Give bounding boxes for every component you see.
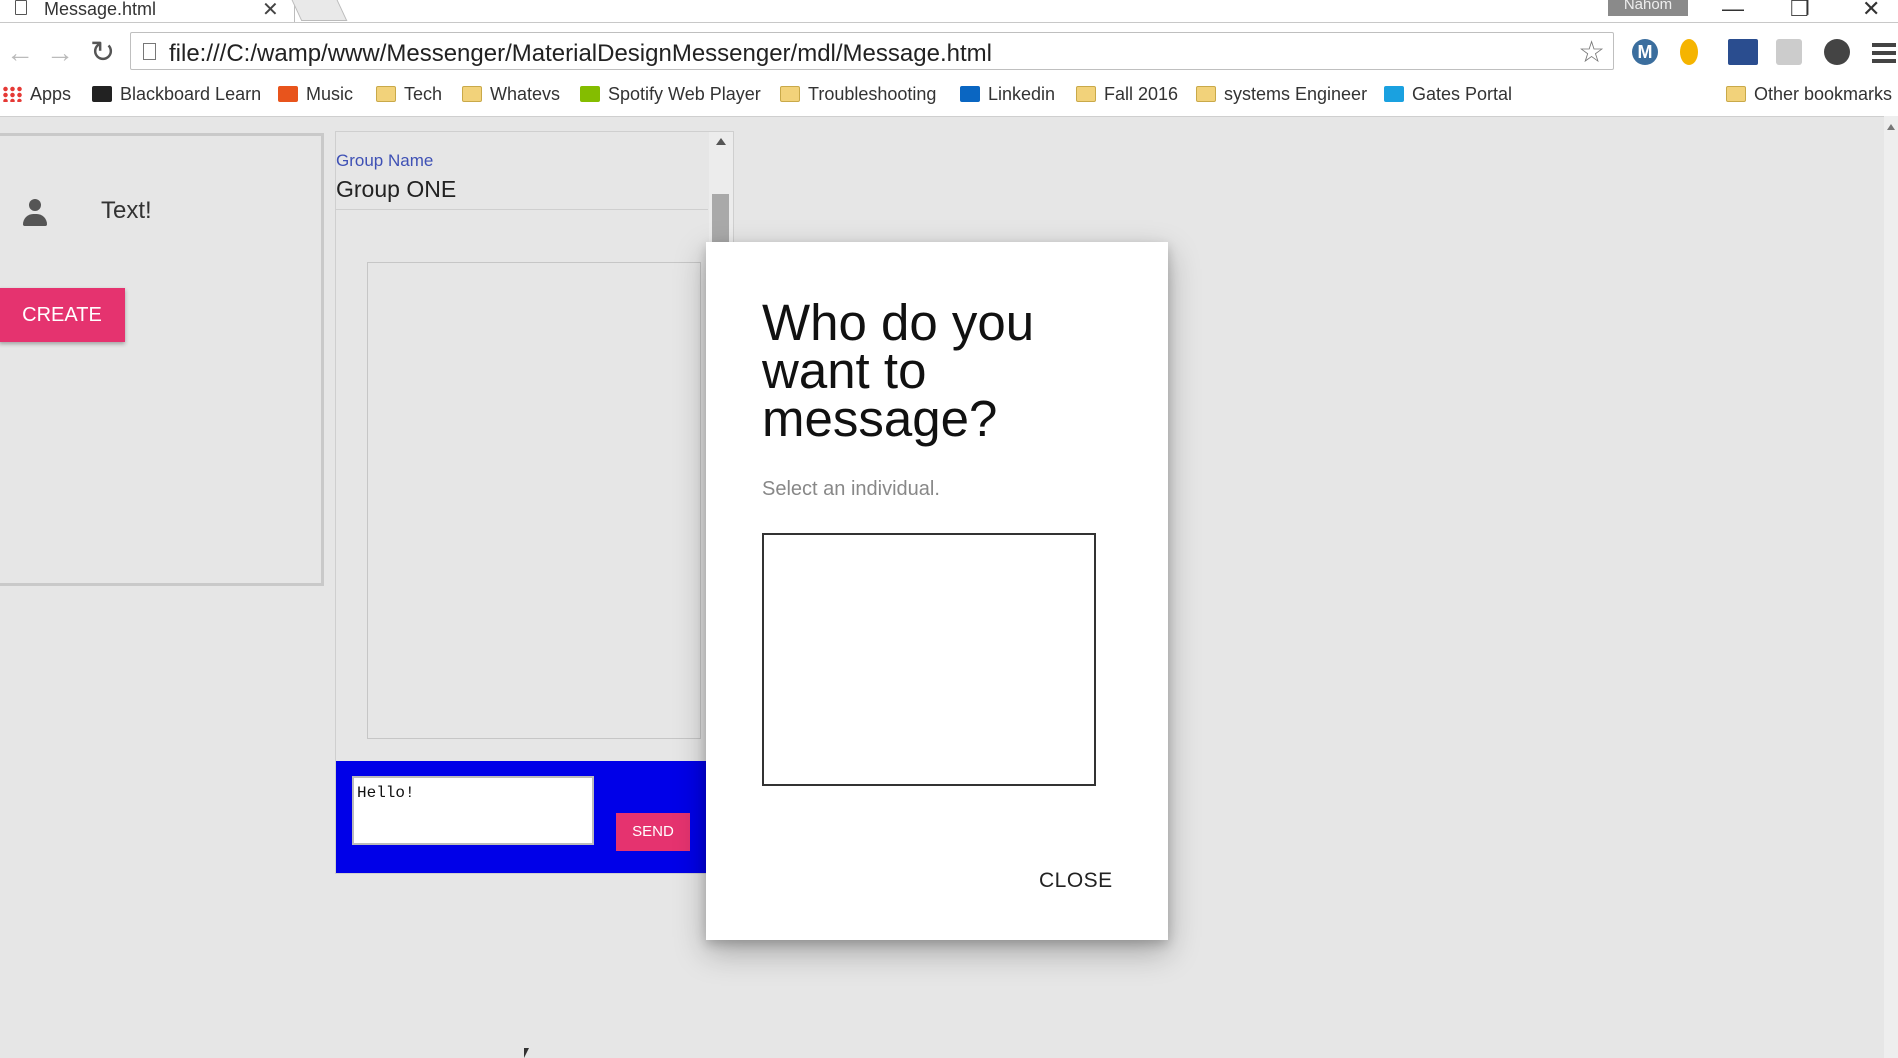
bookmarks-bar: Apps Blackboard Learn Music Tech Whatevs… xyxy=(0,80,1898,117)
apps-grid-icon xyxy=(2,86,22,102)
tab-title: Message.html xyxy=(44,0,157,19)
blackboard-icon xyxy=(92,86,112,102)
folder-icon xyxy=(376,86,396,102)
individual-select-list[interactable] xyxy=(762,533,1096,786)
bookmark-systems-engineer[interactable]: systems Engineer xyxy=(1196,84,1367,105)
messages-area xyxy=(367,262,701,739)
bookmark-troubleshooting[interactable]: Troubleshooting xyxy=(780,84,936,105)
back-icon[interactable]: ← xyxy=(6,37,34,69)
window-close-icon[interactable]: ✕ xyxy=(1862,0,1880,22)
bookmark-blackboard[interactable]: Blackboard Learn xyxy=(92,84,261,105)
dialog-subtitle: Select an individual. xyxy=(762,478,940,500)
contacts-panel: Text! CREATE xyxy=(0,133,324,586)
folder-icon xyxy=(1726,86,1746,102)
shield-extension-icon[interactable] xyxy=(1776,39,1802,65)
folder-icon xyxy=(1076,86,1096,102)
group-name-underline xyxy=(336,209,708,210)
folder-icon xyxy=(462,86,482,102)
bookmark-fall-2016[interactable]: Fall 2016 xyxy=(1076,84,1178,105)
tab-strip: Message.html ✕ Nahom — ❐ ✕ xyxy=(0,0,1898,23)
profile-badge[interactable]: Nahom xyxy=(1608,0,1688,16)
bookmark-gates-portal[interactable]: Gates Portal xyxy=(1384,84,1512,105)
mouse-cursor-icon xyxy=(524,1048,529,1058)
folder-icon xyxy=(1196,86,1216,102)
page-scrollbar[interactable] xyxy=(1884,116,1898,1058)
bookmark-star-icon[interactable]: ☆ xyxy=(1578,35,1605,70)
contact-item-text[interactable]: Text! xyxy=(101,197,152,225)
minimize-icon[interactable]: — xyxy=(1722,0,1744,22)
forward-icon[interactable]: → xyxy=(46,37,74,69)
url-text[interactable]: file:///C:/wamp/www/Messenger/MaterialDe… xyxy=(169,40,992,68)
chrome-menu-icon[interactable] xyxy=(1872,43,1896,63)
create-button[interactable]: CREATE xyxy=(0,288,125,342)
restore-icon[interactable]: ❐ xyxy=(1790,0,1810,22)
bookmark-linkedin[interactable]: Linkedin xyxy=(960,84,1055,105)
person-icon xyxy=(21,199,49,227)
cloud-icon xyxy=(1384,86,1404,102)
lightbulb-extension-icon[interactable] xyxy=(1680,39,1698,65)
send-button[interactable]: SEND xyxy=(616,813,690,851)
address-bar[interactable]: file:///C:/wamp/www/Messenger/MaterialDe… xyxy=(130,32,1614,70)
message-input[interactable]: Hello! xyxy=(352,776,594,845)
linkedin-icon xyxy=(960,86,980,102)
folder-icon xyxy=(780,86,800,102)
new-message-dialog: Who do you want to message? Select an in… xyxy=(706,242,1168,940)
close-button[interactable]: CLOSE xyxy=(1039,869,1113,893)
scroll-up-arrow-icon[interactable] xyxy=(716,138,726,145)
bookmark-apps[interactable]: Apps xyxy=(2,84,71,105)
calendar-extension-icon[interactable] xyxy=(1728,39,1758,65)
group-name-field[interactable]: Group ONE xyxy=(336,176,456,203)
spotify-icon xyxy=(580,86,600,102)
dialog-title: Who do you want to message? xyxy=(762,294,1035,447)
chat-panel: Group Name Group ONE Hello! SEND xyxy=(335,131,734,874)
target-extension-icon[interactable] xyxy=(1824,39,1850,65)
page-icon xyxy=(15,0,27,15)
page-scroll-up-icon[interactable] xyxy=(1887,124,1895,130)
browser-tab[interactable]: Message.html ✕ xyxy=(0,0,295,22)
browser-toolbar: ← → ↻ file:///C:/wamp/www/Messenger/Mate… xyxy=(0,23,1898,80)
bookmark-other[interactable]: Other bookmarks xyxy=(1726,84,1892,105)
document-icon xyxy=(143,43,156,60)
new-tab-button[interactable] xyxy=(290,0,348,21)
group-name-label: Group Name xyxy=(336,151,434,170)
tab-close-icon[interactable]: ✕ xyxy=(262,0,279,22)
bookmark-tech[interactable]: Tech xyxy=(376,84,442,105)
music-icon xyxy=(278,86,298,102)
bookmark-music[interactable]: Music xyxy=(278,84,353,105)
extension-m-icon[interactable]: M xyxy=(1632,39,1658,65)
bookmark-spotify[interactable]: Spotify Web Player xyxy=(580,84,761,105)
compose-bar: Hello! SEND xyxy=(336,761,708,873)
bookmark-whatevs[interactable]: Whatevs xyxy=(462,84,560,105)
reload-icon[interactable]: ↻ xyxy=(90,35,115,70)
